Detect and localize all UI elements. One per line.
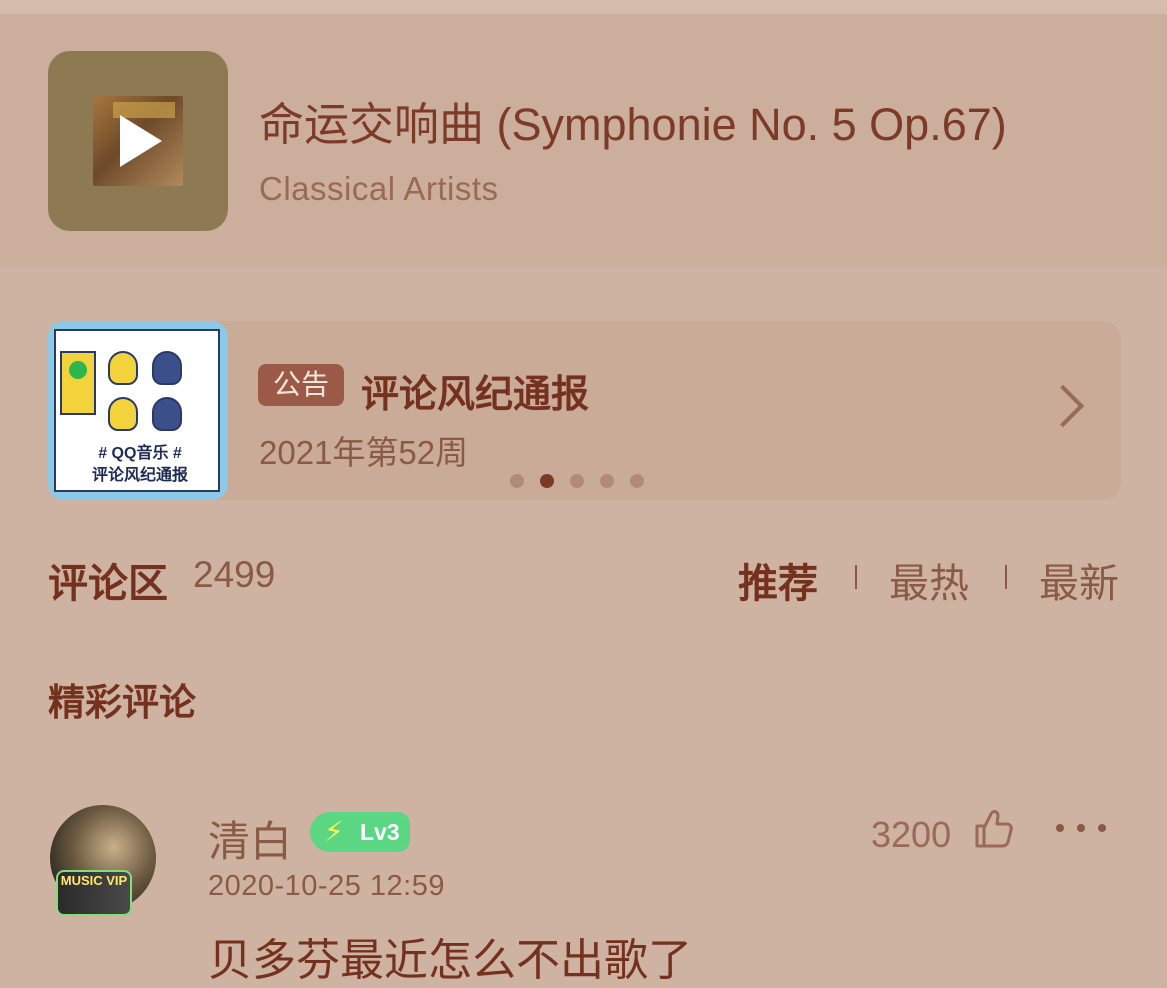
- qq-music-logo-icon: [60, 351, 96, 415]
- lightning-icon: ⚡: [324, 816, 344, 847]
- cartoon-face-icon: [152, 397, 182, 431]
- cartoon-face-icon: [108, 351, 138, 385]
- notice-thumbnail-frame: # QQ音乐 # 评论风纪通报: [54, 329, 220, 492]
- sort-divider: [1005, 565, 1007, 589]
- pager-dot[interactable]: [600, 474, 614, 488]
- notice-thumbnail-caption: # QQ音乐 # 评论风纪通报: [70, 443, 210, 487]
- pager-dot[interactable]: [630, 474, 644, 488]
- more-options-icon[interactable]: [1056, 824, 1106, 834]
- comment-timestamp: 2020-10-25 12:59: [208, 870, 445, 902]
- pager-dot[interactable]: [570, 474, 584, 488]
- song-cover[interactable]: [48, 51, 228, 231]
- notice-badge: 公告: [258, 364, 344, 406]
- notice-date: 2021年第52周: [259, 434, 469, 471]
- carousel-pager[interactable]: [510, 474, 644, 488]
- status-bar-strip: [0, 0, 1167, 14]
- play-icon[interactable]: [120, 115, 162, 167]
- thumbs-up-icon[interactable]: [973, 808, 1015, 850]
- like-count: 3200: [871, 814, 952, 855]
- notice-card[interactable]: # QQ音乐 # 评论风纪通报 公告 评论风纪通报 2021年第52周: [48, 321, 1121, 500]
- sort-tab-recommended[interactable]: 推荐: [738, 551, 818, 609]
- music-vip-badge: MUSIC VIP: [56, 870, 132, 916]
- thumb-caption-line-1: # QQ音乐 #: [98, 445, 182, 462]
- chevron-right-icon[interactable]: [1041, 384, 1085, 428]
- cartoon-face-icon: [108, 397, 138, 431]
- level-label: Lv3: [360, 819, 400, 845]
- sort-divider: [855, 565, 857, 589]
- sort-tab-newest[interactable]: 最新: [1039, 551, 1119, 609]
- pager-dot[interactable]: [510, 474, 524, 488]
- notice-title: 评论风纪通报: [361, 374, 590, 416]
- song-header[interactable]: 命运交响曲 (Symphonie No. 5 Op.67) Classical …: [0, 14, 1167, 266]
- sort-tab-hottest[interactable]: 最热: [889, 551, 969, 609]
- comments-count: 2499: [193, 554, 276, 595]
- comments-label: 评论区: [48, 562, 168, 606]
- notice-thumbnail: # QQ音乐 # 评论风纪通报: [48, 321, 228, 500]
- cartoon-face-icon: [152, 351, 182, 385]
- pager-dot[interactable]: [540, 474, 554, 488]
- level-badge[interactable]: ⚡ Lv3: [310, 812, 410, 852]
- comment-username[interactable]: 清白: [208, 808, 292, 869]
- song-title: 命运交响曲 (Symphonie No. 5 Op.67): [259, 99, 1007, 150]
- comment-text: 贝多芬最近怎么不出歌了: [208, 936, 692, 985]
- song-artist[interactable]: Classical Artists: [259, 170, 499, 208]
- featured-comments-label: 精彩评论: [48, 682, 196, 723]
- thumb-caption-line-2: 评论风纪通报: [91, 467, 188, 484]
